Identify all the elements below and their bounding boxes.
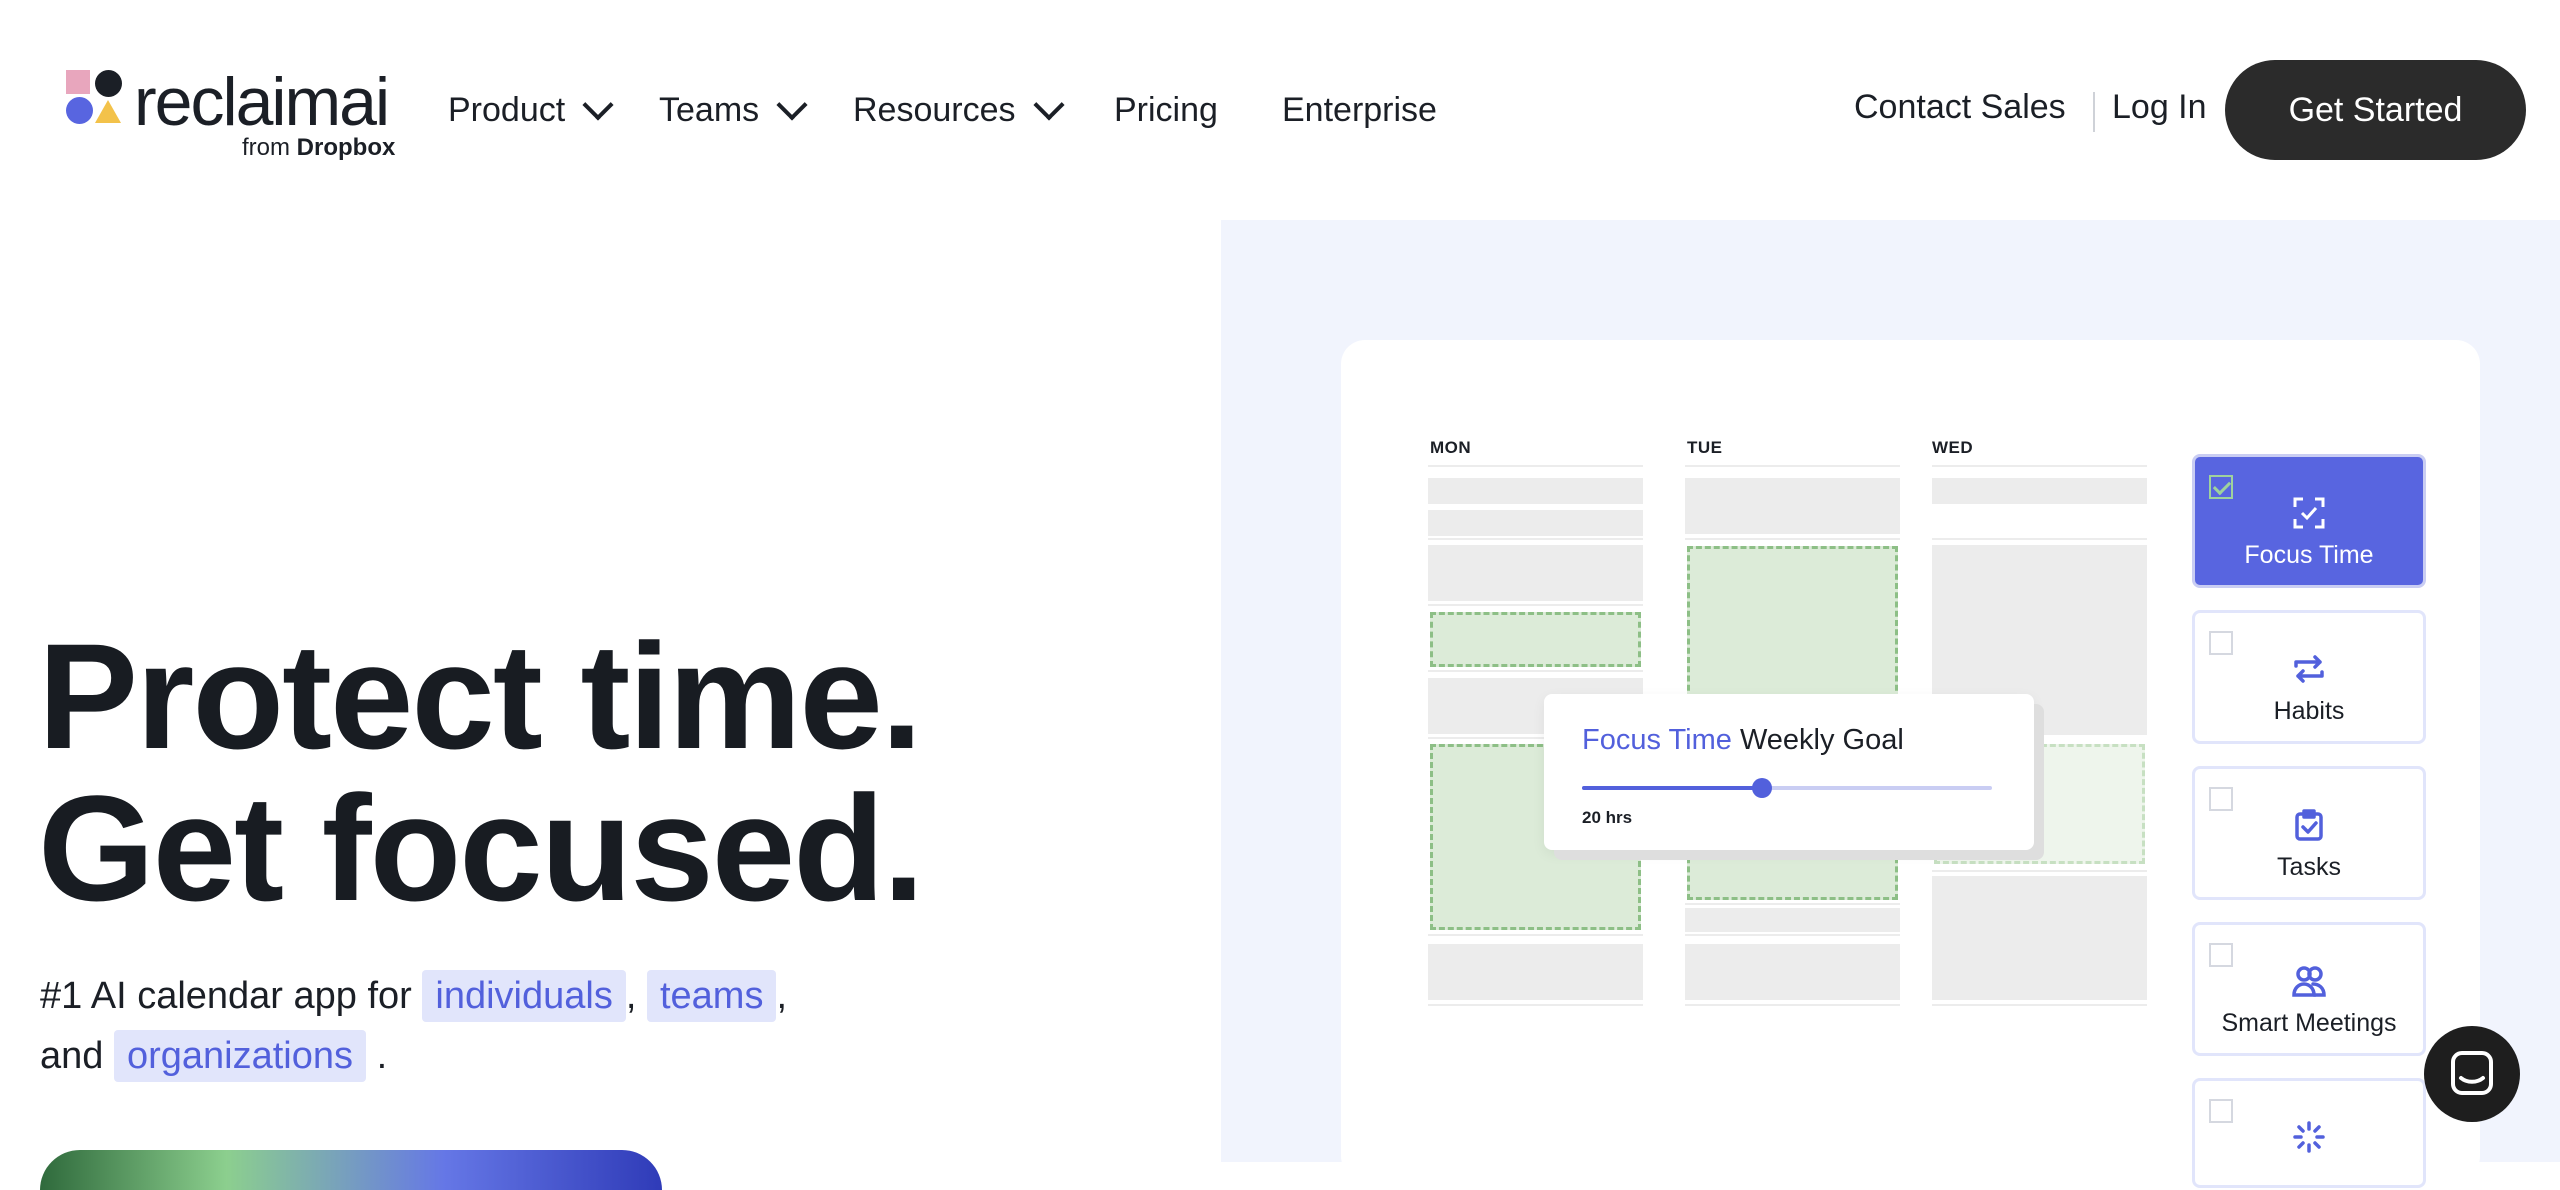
calendar-line bbox=[1428, 934, 1643, 936]
focus-frame-icon bbox=[2195, 495, 2423, 531]
chip-teams[interactable]: teams bbox=[646, 970, 777, 1022]
hero-headline: Protect time. Get focused. bbox=[38, 612, 924, 932]
feature-label: Habits bbox=[2273, 697, 2345, 725]
chat-icon bbox=[2451, 1051, 2493, 1095]
calendar-event bbox=[1685, 478, 1900, 534]
weekly-goal-title: Focus Time Weekly Goal bbox=[1582, 724, 1904, 757]
feature-tasks[interactable]: Tasks bbox=[2192, 766, 2426, 900]
nav-enterprise[interactable]: Enterprise bbox=[1282, 91, 1437, 130]
feature-habits[interactable]: Habits bbox=[2192, 610, 2426, 744]
calendar-event bbox=[1685, 944, 1900, 1000]
calendar-line bbox=[1685, 934, 1900, 936]
chip-organizations[interactable]: organizations bbox=[113, 1030, 367, 1082]
calendar-event bbox=[1428, 478, 1643, 504]
people-icon bbox=[2195, 963, 2423, 999]
repeat-icon bbox=[2195, 651, 2423, 687]
day-header-mon: MON bbox=[1430, 438, 1472, 457]
focus-time-block bbox=[1430, 612, 1641, 667]
get-started-button[interactable]: Get Started bbox=[2225, 60, 2526, 160]
calendar-line bbox=[1428, 604, 1643, 606]
punctuation: . bbox=[376, 1035, 388, 1077]
weekly-goal-slider[interactable] bbox=[1582, 778, 1992, 798]
calendar-event bbox=[1932, 478, 2147, 504]
calendar-line bbox=[1428, 465, 1643, 467]
header-divider bbox=[2093, 92, 2095, 132]
nav-product-label: Product bbox=[448, 90, 566, 129]
calendar-line bbox=[1428, 538, 1643, 540]
feature-label: Smart Meetings bbox=[2221, 1009, 2397, 1037]
login-link[interactable]: Log In bbox=[2112, 88, 2207, 127]
weekly-goal-slider-fill bbox=[1582, 786, 1763, 790]
logo-from-dropbox: from Dropbox bbox=[242, 134, 396, 161]
loading-spinner-icon bbox=[2195, 1119, 2423, 1155]
weekly-goal-rest: Weekly Goal bbox=[1739, 724, 1904, 756]
weekly-goal-highlight: Focus Time bbox=[1582, 724, 1732, 756]
contact-sales-link[interactable]: Contact Sales bbox=[1854, 88, 2066, 127]
punctuation: , bbox=[776, 975, 788, 1017]
punctuation: , bbox=[625, 975, 637, 1017]
calendar-event bbox=[1932, 876, 2147, 1000]
nav-resources[interactable]: Resources bbox=[853, 89, 1065, 130]
chevron-down-icon bbox=[582, 89, 614, 121]
nav-pricing[interactable]: Pricing bbox=[1114, 91, 1218, 130]
calendar-line bbox=[1685, 538, 1900, 540]
hero-cta-button[interactable] bbox=[40, 1150, 662, 1190]
weekly-goal-slider-handle[interactable] bbox=[1752, 778, 1773, 798]
calendar-event bbox=[1428, 510, 1643, 536]
hero-headline-line1: Protect time. bbox=[38, 612, 923, 780]
chevron-down-icon bbox=[1032, 89, 1065, 121]
hero-sub-and: and bbox=[40, 1035, 104, 1077]
focus-time-block bbox=[1687, 546, 1898, 700]
calendar-event bbox=[1428, 545, 1643, 601]
calendar-line bbox=[1932, 870, 2147, 872]
calendar-line bbox=[1932, 465, 2147, 467]
weekly-goal-value: 20 hrs bbox=[1582, 808, 1633, 827]
weekly-goal-popup: Focus Time Weekly Goal 20 hrs bbox=[1544, 694, 2034, 850]
calendar-line bbox=[1685, 465, 1900, 467]
chat-launcher-button[interactable] bbox=[2424, 1026, 2520, 1122]
nav-teams-label: Teams bbox=[659, 90, 760, 129]
calendar-line bbox=[1428, 1004, 1643, 1006]
hero-headline-line2: Get focused. bbox=[38, 764, 924, 932]
chip-individuals[interactable]: individuals bbox=[422, 970, 626, 1022]
calendar-event bbox=[1685, 908, 1900, 932]
calendar-line bbox=[1932, 538, 2147, 540]
day-header-wed: WED bbox=[1932, 438, 1974, 457]
nav-resources-label: Resources bbox=[853, 90, 1016, 129]
main-nav: Product Teams Resources Pricing Enterpri… bbox=[0, 82, 1500, 138]
nav-teams[interactable]: Teams bbox=[659, 89, 808, 130]
chevron-down-icon bbox=[776, 89, 808, 121]
calendar-line bbox=[1685, 1004, 1900, 1006]
nav-product[interactable]: Product bbox=[448, 89, 614, 130]
clipboard-check-icon bbox=[2195, 807, 2423, 843]
day-header-tue: TUE bbox=[1687, 438, 1723, 457]
hero-sub-prefix: #1 AI calendar app for bbox=[40, 975, 412, 1017]
feature-more[interactable] bbox=[2192, 1078, 2426, 1188]
feature-label: Focus Time bbox=[2244, 541, 2374, 569]
hero-subheading: #1 AI calendar app for individuals, team… bbox=[40, 966, 787, 1086]
feature-smart-meetings[interactable]: Smart Meetings bbox=[2192, 922, 2426, 1056]
calendar-line bbox=[1932, 1004, 2147, 1006]
calendar-line bbox=[1428, 670, 1643, 672]
feature-focus-time[interactable]: Focus Time bbox=[2192, 454, 2426, 588]
feature-label: Tasks bbox=[2277, 853, 2341, 881]
calendar-event bbox=[1428, 944, 1643, 1000]
calendar-line bbox=[1685, 903, 1900, 905]
focus-time-block bbox=[1687, 848, 1898, 900]
